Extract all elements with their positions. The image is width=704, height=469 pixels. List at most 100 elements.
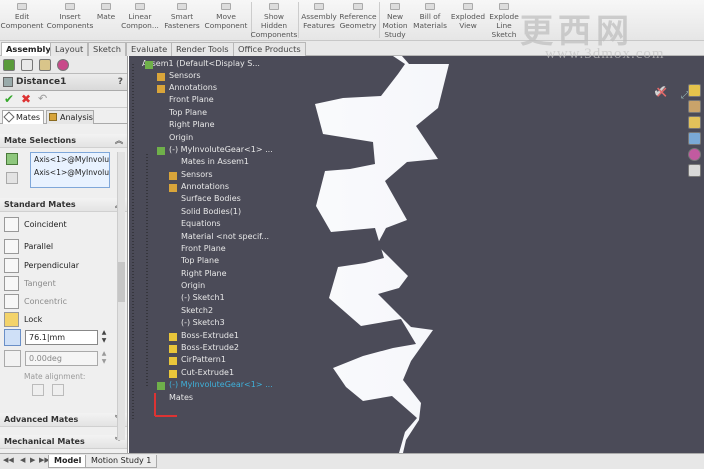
concentric-icon xyxy=(4,293,19,309)
help-icon[interactable]: ? xyxy=(118,74,123,90)
tab-analysis[interactable]: Analysis xyxy=(46,110,94,124)
reference-geometry-button[interactable]: Reference Geometry xyxy=(339,0,377,41)
tab-motion-study[interactable]: Motion Study 1 xyxy=(85,455,158,468)
move-component-button[interactable]: Move Component xyxy=(204,0,248,41)
tree-item[interactable]: Solid Bodies(1) xyxy=(181,207,241,216)
tree-item[interactable]: (-) Sketch3 xyxy=(181,318,225,327)
angle-spinner[interactable]: ▲ ▼ xyxy=(100,350,108,367)
scrollbar[interactable] xyxy=(117,152,125,440)
explode-line-sketch-button[interactable]: Explode Line Sketch xyxy=(487,0,521,41)
smart-fasteners-button[interactable]: Smart Fasteners xyxy=(162,0,202,41)
zoom-area-icon[interactable]: ⌕ xyxy=(336,56,341,57)
anti-aligned-icon[interactable] xyxy=(52,384,64,396)
show-hidden-components-button[interactable]: Show Hidden Components xyxy=(251,0,297,41)
tree-item-highlighted[interactable]: (-) MyInvoluteGear<1> ... xyxy=(169,380,273,389)
mate-button[interactable]: Mate xyxy=(95,0,117,41)
tree-item[interactable]: Front Plane xyxy=(181,244,226,253)
linear-component-pattern-button[interactable]: Linear Compon... xyxy=(119,0,161,41)
tab-render-tools[interactable]: Render Tools xyxy=(171,42,234,56)
tree-item[interactable]: Boss-Extrude2 xyxy=(181,343,239,352)
tree-item[interactable]: Right Plane xyxy=(169,120,215,129)
appearances-icon[interactable] xyxy=(688,148,701,161)
tree-item[interactable]: Sensors xyxy=(181,170,213,179)
zoom-to-fit-icon[interactable]: ⌕ xyxy=(321,56,326,57)
tree-item[interactable]: Mates xyxy=(169,393,193,402)
scrollbar-thumb[interactable] xyxy=(118,262,125,302)
view-palette-icon[interactable] xyxy=(688,132,701,145)
exploded-view-button[interactable]: Exploded View xyxy=(450,0,486,41)
cancel-x-icon[interactable]: ✖ xyxy=(21,92,31,106)
feature-manager-icon[interactable] xyxy=(3,59,15,71)
design-library-icon[interactable] xyxy=(688,100,701,113)
tree-item[interactable]: Material <not specif... xyxy=(181,232,269,241)
tree-item[interactable]: Top Plane xyxy=(181,256,219,265)
nav-first-icon[interactable]: ◀◀ xyxy=(3,456,14,464)
mechanical-mates-header[interactable]: Mechanical Mates ︾ xyxy=(0,435,127,449)
tree-item[interactable]: Equations xyxy=(181,219,221,228)
mate-selections-header[interactable]: Mate Selections ︽ xyxy=(0,134,127,148)
tree-item[interactable]: (-) MyInvoluteGear<1> ... xyxy=(169,145,273,154)
tab-mates[interactable]: Mates xyxy=(2,110,44,124)
tree-item[interactable]: Boss-Extrude1 xyxy=(181,331,239,340)
parallel-button[interactable]: Parallel xyxy=(4,237,53,255)
tree-item[interactable]: CirPattern1 xyxy=(181,355,226,364)
insert-components-button[interactable]: Insert Components xyxy=(46,0,94,41)
angle-field[interactable]: 0.00deg xyxy=(25,351,98,366)
tab-sketch[interactable]: Sketch xyxy=(88,42,126,56)
tree-item[interactable]: Sketch2 xyxy=(181,306,213,315)
tree-item[interactable]: Sensors xyxy=(169,71,201,80)
lock-button[interactable]: Lock xyxy=(4,310,42,328)
configuration-manager-icon[interactable] xyxy=(39,59,51,71)
tab-office-products[interactable]: Office Products xyxy=(233,42,306,56)
tree-item[interactable]: Annotations xyxy=(169,83,217,92)
mate-selections-list[interactable]: Axis<1>@MyInvolute Axis<1>@MyInvolute xyxy=(30,152,110,188)
advanced-mates-header[interactable]: Advanced Mates︾ xyxy=(0,413,127,427)
distance-spinner[interactable]: ▲ ▼ xyxy=(100,329,108,346)
tree-item[interactable]: Cut-Extrude1 xyxy=(181,368,234,377)
perpendicular-icon xyxy=(4,257,19,273)
tree-item[interactable]: Annotations xyxy=(181,182,229,191)
reject-icon[interactable]: ✕ xyxy=(655,83,668,102)
distance-mate-button[interactable] xyxy=(4,329,21,346)
display-manager-icon[interactable] xyxy=(57,59,69,71)
concentric-button[interactable]: Concentric xyxy=(4,292,67,310)
pin-icon[interactable] xyxy=(6,172,18,184)
tree-item[interactable]: Top Plane xyxy=(169,108,207,117)
tree-item[interactable]: Origin xyxy=(181,281,205,290)
tree-item[interactable]: Front Plane xyxy=(169,95,214,104)
tree-item[interactable]: Right Plane xyxy=(181,269,227,278)
tree-item[interactable]: Surface Bodies xyxy=(181,194,241,203)
previous-view-icon[interactable]: ↶ xyxy=(351,56,359,57)
file-explorer-icon[interactable] xyxy=(688,116,701,129)
distance-field[interactable]: 76.1|mm xyxy=(25,330,98,345)
nav-next-icon[interactable]: ▶ xyxy=(30,456,35,464)
angle-mate-button[interactable] xyxy=(4,350,21,367)
tree-item-assem1[interactable]: Assem1 (Default<Display S... xyxy=(142,59,260,68)
home-icon[interactable] xyxy=(688,84,701,97)
ok-checkmark-icon[interactable]: ✔ xyxy=(4,92,14,106)
property-manager-icon[interactable] xyxy=(21,59,33,71)
coincident-button[interactable]: Coincident xyxy=(4,215,67,233)
standard-mates-header[interactable]: Standard Mates︽ xyxy=(0,198,127,212)
tree-item[interactable]: Origin xyxy=(169,133,193,142)
tab-assembly[interactable]: Assembly xyxy=(1,42,56,56)
tangent-button[interactable]: Tangent xyxy=(4,274,56,292)
tab-evaluate[interactable]: Evaluate xyxy=(126,42,173,56)
nav-prev-icon[interactable]: ◀ xyxy=(20,456,25,464)
list-item[interactable]: Axis<1>@MyInvolute xyxy=(31,166,109,179)
aligned-icon[interactable] xyxy=(32,384,44,396)
new-motion-study-button[interactable]: New Motion Study xyxy=(381,0,409,41)
custom-properties-icon[interactable] xyxy=(688,164,701,177)
section-title: Advanced Mates xyxy=(4,415,79,424)
perpendicular-button[interactable]: Perpendicular xyxy=(4,256,79,274)
edit-component-button[interactable]: Edit Component xyxy=(1,0,43,41)
graphics-area[interactable]: ⌕ ⌕ ↶ ◫ ⤢ ✔ ✖ ✕ Assem1 (Default<Display … xyxy=(129,56,704,453)
bill-of-materials-button[interactable]: Bill of Materials xyxy=(412,0,448,41)
assembly-features-button[interactable]: Assembly Features xyxy=(300,0,338,41)
list-item[interactable]: Axis<1>@MyInvolute xyxy=(31,153,109,166)
tree-item[interactable]: (-) Sketch1 xyxy=(181,293,225,302)
tree-item[interactable]: Mates in Assem1 xyxy=(181,157,249,166)
undo-icon[interactable]: ↶ xyxy=(38,92,47,105)
tab-layout[interactable]: Layout xyxy=(50,42,89,56)
tab-model[interactable]: Model xyxy=(48,455,88,468)
